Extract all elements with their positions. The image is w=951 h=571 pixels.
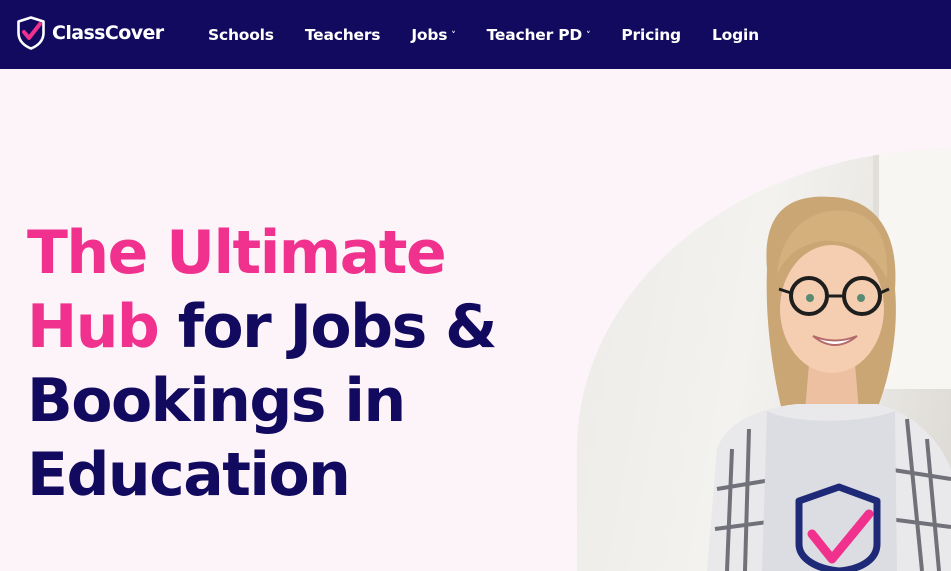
nav-teachers[interactable]: Teachers [305,26,381,44]
hero-title-text-2: Bookings in [27,366,406,436]
logo-text: ClassCover [52,22,164,44]
hero-title-text-3: Education [27,440,351,510]
chevron-down-icon: ˅ [451,30,456,41]
nav-menu: Schools Teachers Jobs ˅ Teacher PD ˅ Pri… [208,0,790,69]
nav-login-label: Login [711,25,759,44]
hero-title-highlight-1: The Ultimate [27,218,447,288]
logo-link[interactable]: ClassCover [16,16,164,50]
hero-teacher-photo [577,149,951,571]
nav-pricing-label: Pricing [621,25,681,44]
hero-title-highlight-2: Hub [27,292,160,362]
nav-teacher-pd[interactable]: Teacher PD ˅ [487,26,591,44]
chevron-down-icon: ˅ [586,30,591,41]
teacher-illustration [707,149,951,571]
nav-login[interactable]: Login [712,26,759,44]
hero-heading: The Ultimate Hub for Jobs & Bookings in Edu… [27,216,587,512]
nav-schools[interactable]: Schools [208,26,274,44]
classcover-shield-icon [17,16,45,50]
nav-jobs[interactable]: Jobs ˅ [411,26,455,44]
nav-pricing[interactable]: Pricing [621,26,681,44]
nav-teachers-label: Teachers [304,25,381,44]
nav-schools-label: Schools [208,25,274,44]
nav-teacher-pd-label: Teacher PD [486,25,583,44]
nav-jobs-label: Jobs [411,25,448,44]
hero-title-text-1: for Jobs & [177,292,498,362]
top-navbar: ClassCover Schools Teachers Jobs ˅ Teach… [0,0,951,69]
